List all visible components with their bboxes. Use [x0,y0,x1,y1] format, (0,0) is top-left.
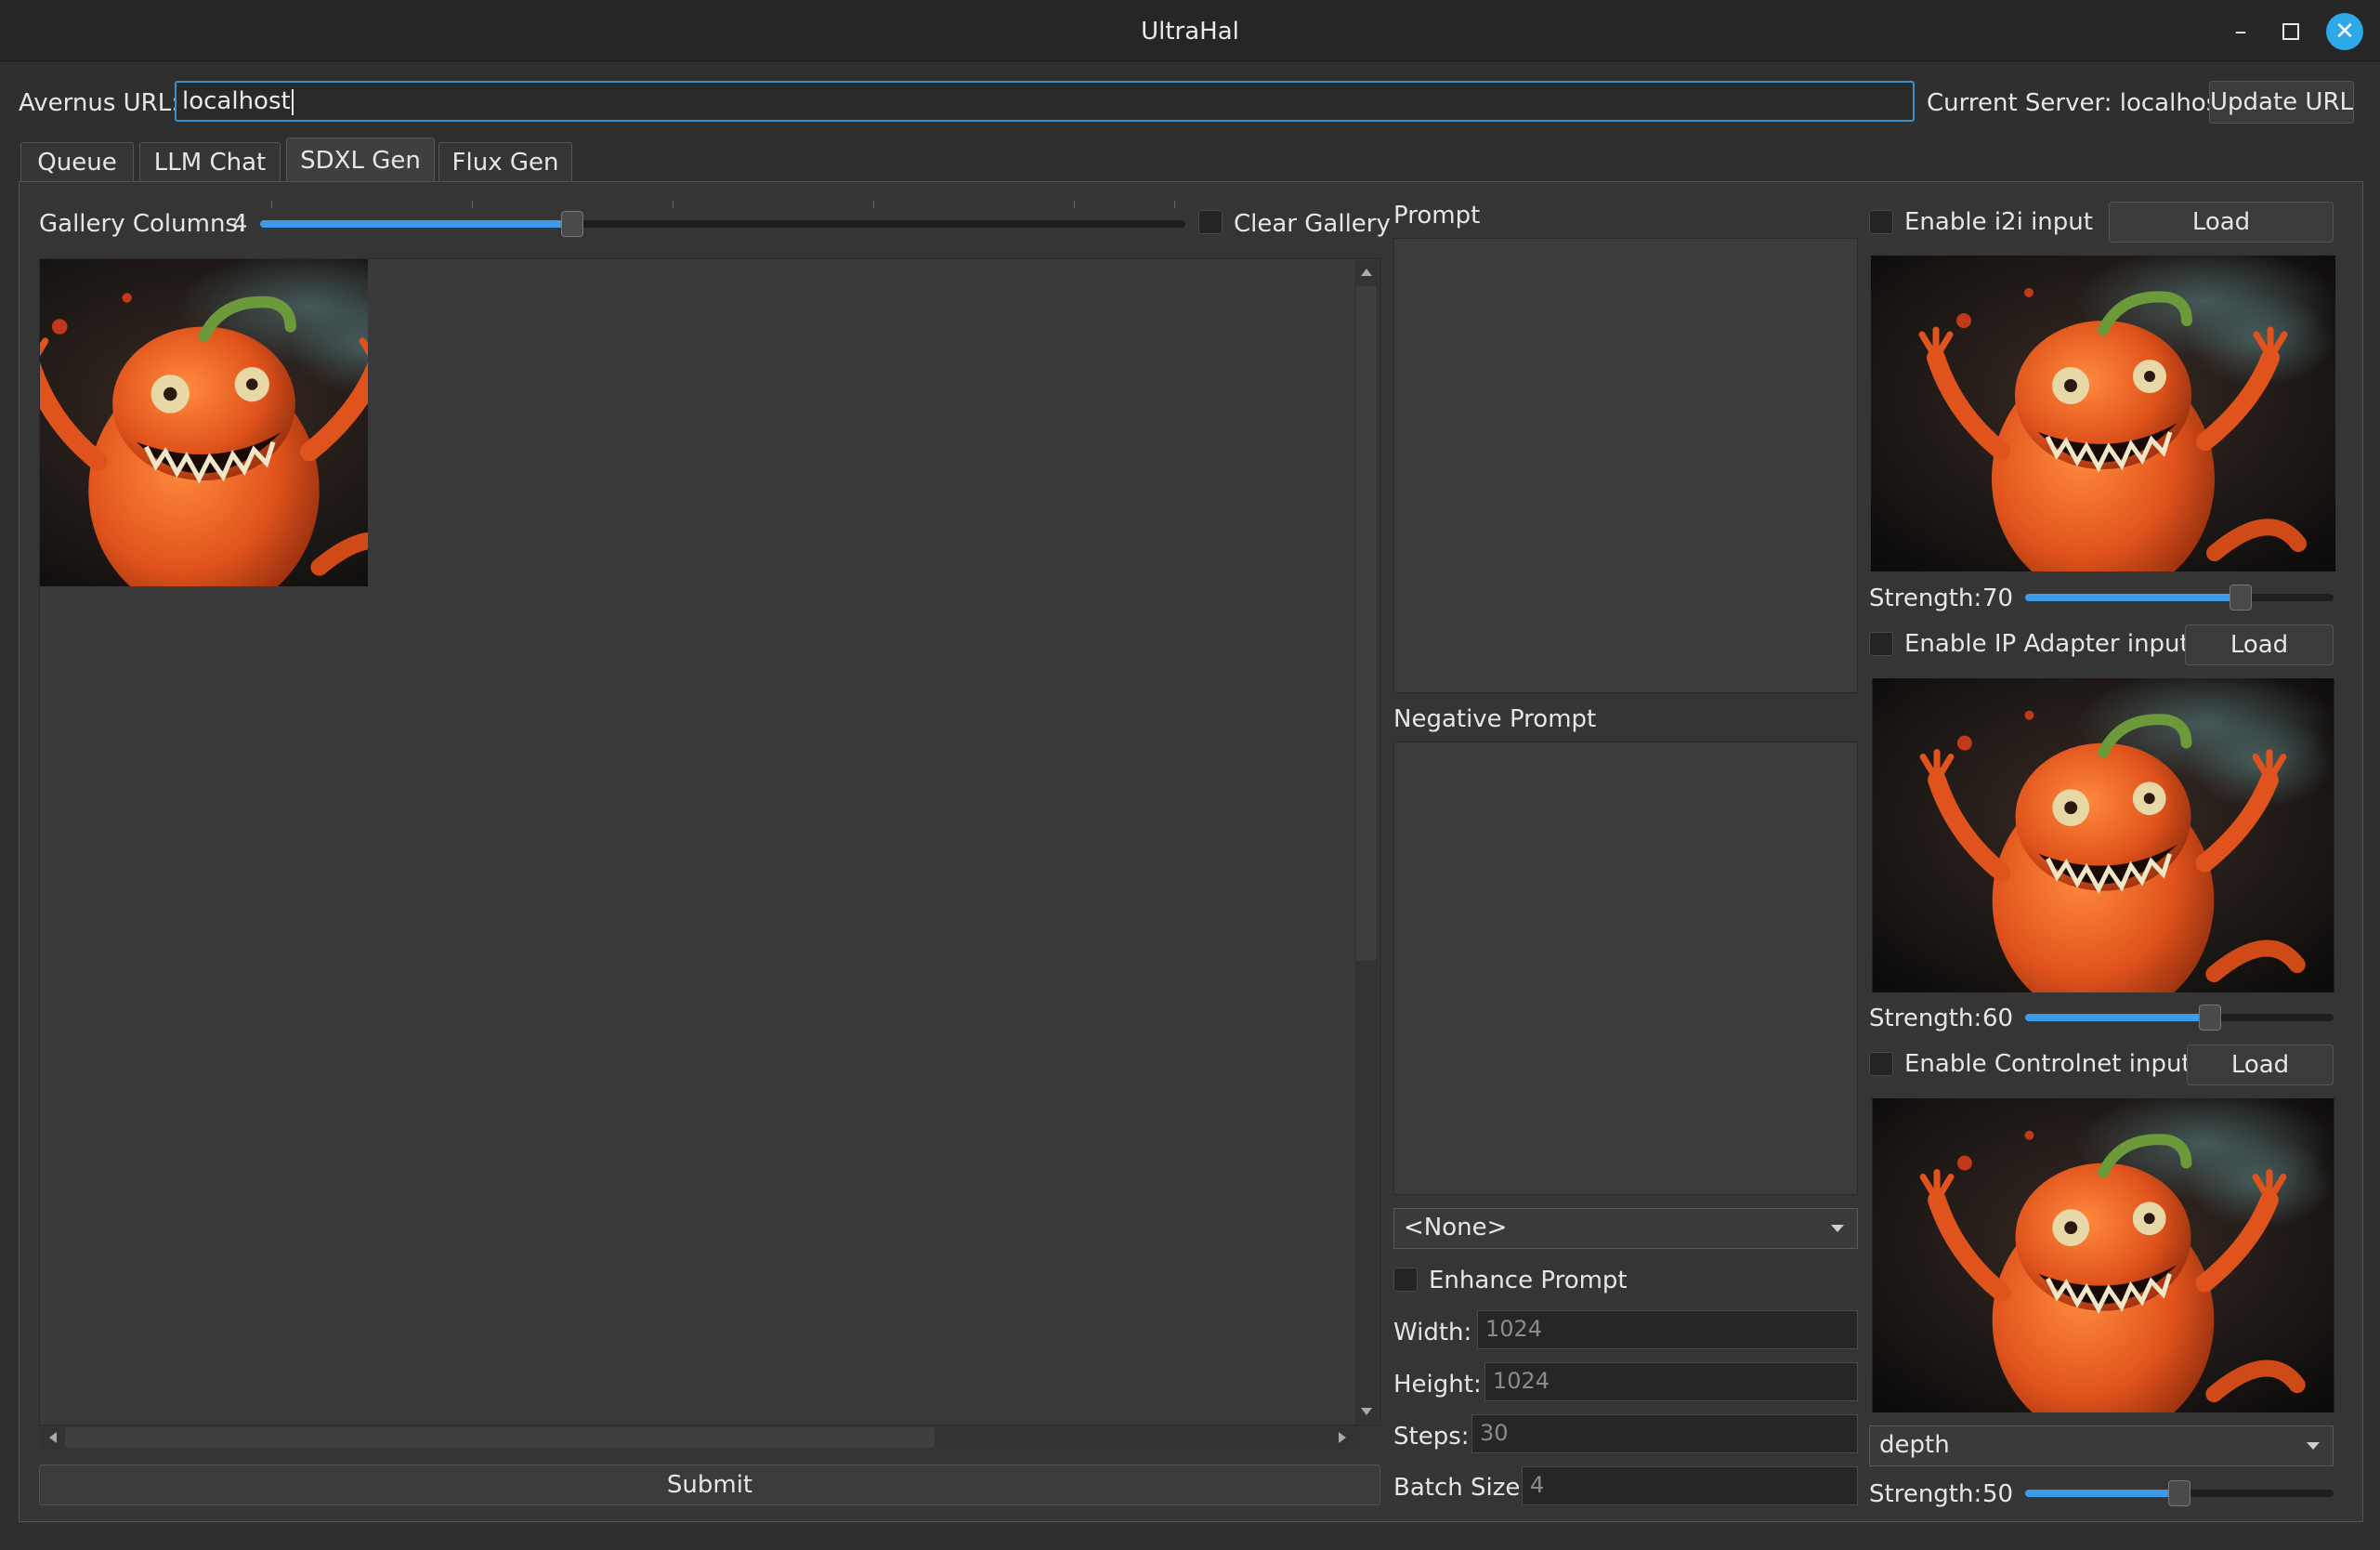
avernus-url-input[interactable]: localhost [175,81,1915,122]
style-select[interactable]: <None> [1393,1208,1858,1249]
enable-controlnet-checkbox[interactable] [1869,1052,1893,1076]
chevron-down-icon [1831,1225,1844,1232]
maximize-icon[interactable] [2272,13,2309,50]
gallery-horizontal-scrollbar[interactable] [41,1425,1354,1450]
slider-tick [1174,201,1175,208]
slider-handle[interactable] [2168,1480,2190,1506]
scroll-up-icon[interactable] [1360,266,1373,279]
width-label: Width: [1393,1319,1472,1346]
controlnet-strength-label: Strength: [1869,1480,1982,1508]
steps-label: Steps: [1393,1423,1470,1451]
submit-button[interactable]: Submit [39,1465,1380,1505]
avernus-url-label: Avernus URL: [19,89,179,117]
slider-fill [2025,1014,2210,1021]
ip-adapter-strength-label: Strength: [1869,1005,1982,1032]
controlnet-strength-value: 50 [1982,1480,2014,1508]
close-icon[interactable]: ✕ [2326,13,2363,50]
gallery-vertical-scrollbar[interactable] [1354,260,1379,1424]
ip-adapter-strength-slider[interactable] [2025,1004,2334,1031]
slider-fill [2025,1490,2179,1497]
ip-adapter-load-button[interactable]: Load [2185,624,2334,665]
controlnet-load-button[interactable]: Load [2187,1044,2334,1085]
controlnet-image [1871,1098,2335,1412]
controlnet-strength-slider[interactable] [2025,1479,2334,1507]
controlnet-type-select[interactable]: depth [1869,1425,2334,1466]
prompt-textarea[interactable] [1393,238,1858,693]
ip-adapter-strength-value: 60 [1982,1005,2014,1032]
width-field[interactable]: 1024 [1477,1310,1858,1349]
tab-sdxl-gen[interactable]: SDXL Gen [286,138,435,182]
enable-controlnet-label: Enable Controlnet input [1904,1050,2191,1078]
gallery-columns-slider[interactable] [260,199,1185,249]
enhance-prompt-checkbox[interactable] [1393,1268,1418,1292]
scroll-down-icon[interactable] [1360,1405,1373,1418]
slider-handle[interactable] [2230,585,2252,611]
gallery-image[interactable] [40,259,368,586]
prompt-label: Prompt [1393,202,1481,230]
batch-size-label: Batch Size: [1393,1474,1529,1502]
enable-ip-adapter-label: Enable IP Adapter input [1904,630,2190,658]
minimize-icon[interactable]: – [2222,13,2259,50]
avernus-url-value: localhost [182,87,291,115]
height-field[interactable]: 1024 [1484,1362,1858,1401]
current-server-label: Current Server: localhost [1927,89,2229,117]
enable-i2i-checkbox[interactable] [1869,210,1893,234]
slider-fill [260,220,572,228]
negative-prompt-label: Negative Prompt [1393,705,1597,733]
enable-i2i-label: Enable i2i input [1904,208,2093,236]
gallery-columns-label: Gallery Columns: [39,210,246,238]
slider-tick [873,201,874,208]
window-title: UltraHal [1141,18,1239,46]
i2i-load-button[interactable]: Load [2109,202,2334,243]
text-caret [291,88,294,115]
slider-tick [1074,201,1075,208]
scroll-left-icon[interactable] [46,1431,59,1444]
chevron-down-icon [2307,1442,2320,1450]
gallery-columns-value: 4 [232,210,248,238]
slider-handle[interactable] [2199,1005,2221,1031]
tab-llm-chat[interactable]: LLM Chat [139,142,281,181]
ip-adapter-image [1871,678,2335,992]
horizontal-scroll-thumb[interactable] [65,1427,935,1448]
enable-ip-adapter-checkbox[interactable] [1869,632,1893,656]
controlnet-type-value: depth [1879,1431,1950,1459]
slider-fill [2025,594,2241,601]
slider-tick [271,201,272,208]
batch-size-field[interactable]: 4 [1522,1466,1858,1505]
tab-flux-gen[interactable]: Flux Gen [438,142,572,181]
slider-handle[interactable] [561,211,583,237]
update-url-button[interactable]: Update URL [2209,81,2354,124]
tab-queue[interactable]: Queue [20,142,134,181]
i2i-strength-label: Strength: [1869,585,1982,612]
clear-gallery-checkbox[interactable] [1198,210,1223,234]
i2i-strength-slider[interactable] [2025,584,2334,611]
height-label: Height: [1393,1371,1482,1399]
scroll-right-icon[interactable] [1336,1431,1349,1444]
style-select-value: <None> [1404,1214,1508,1241]
negative-prompt-textarea[interactable] [1393,742,1858,1195]
enhance-prompt-label: Enhance Prompt [1429,1267,1628,1294]
clear-gallery-label: Clear Gallery [1234,210,1391,238]
i2i-image [1871,256,2335,571]
vertical-scroll-thumb[interactable] [1356,286,1377,961]
i2i-strength-value: 70 [1982,585,2014,612]
steps-field[interactable]: 30 [1471,1414,1858,1453]
slider-tick [472,201,473,208]
